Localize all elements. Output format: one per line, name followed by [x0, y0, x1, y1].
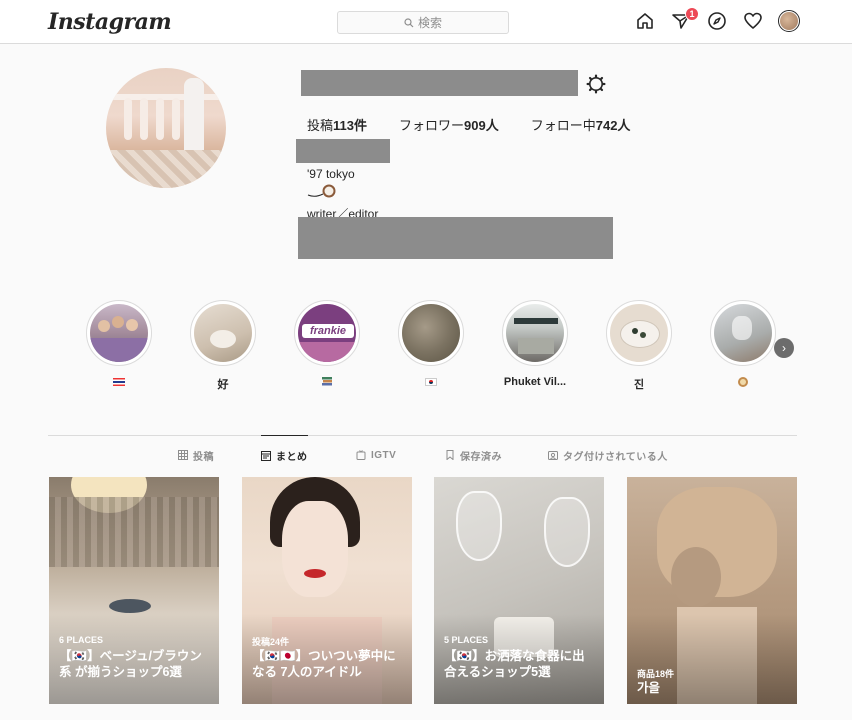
thailand-flag-icon	[113, 378, 125, 387]
highlight-label: Phuket Vil...	[503, 376, 567, 388]
highlight-label: 好	[217, 379, 229, 391]
heart-icon	[744, 12, 762, 29]
highlight-books[interactable]: frankie	[292, 300, 362, 390]
chevron-right-icon: ›	[782, 341, 786, 355]
guides-grid: 6 PLACES 【🇰🇷】ベージュ/ブラウン系 が揃うショップ6選 投稿24件 …	[49, 477, 797, 704]
books-icon	[322, 377, 332, 386]
coconut-icon	[307, 184, 336, 198]
posts-count: 投稿113件	[307, 118, 367, 133]
guide-meta: 商品18件	[637, 669, 675, 679]
explore-button[interactable]	[706, 10, 728, 32]
bio-link-redacted	[298, 217, 613, 259]
gear-icon[interactable]	[586, 74, 606, 94]
coconut-icon	[738, 377, 748, 387]
igtv-icon	[356, 450, 366, 460]
tab-tagged[interactable]: タグ付けされている人	[548, 435, 668, 475]
profile-picture[interactable]	[106, 68, 226, 188]
guide-title: 【🇰🇷】ベージュ/ブラウン系 が揃うショップ6選	[59, 649, 202, 679]
avatar	[780, 12, 798, 30]
highlight-favorite[interactable]: 好	[188, 300, 258, 391]
guide-meta: 投稿24件	[252, 637, 290, 647]
tab-posts[interactable]: 投稿	[178, 435, 214, 475]
tab-saved[interactable]: 保存済み	[445, 435, 502, 475]
instagram-logo[interactable]: Instagram	[48, 9, 172, 35]
bookmark-icon	[446, 450, 454, 460]
guide-meta: 6 PLACES	[59, 635, 104, 645]
grid-icon	[178, 450, 188, 460]
guide-icon	[261, 450, 271, 461]
search-icon	[404, 17, 414, 27]
username-redacted	[301, 70, 578, 96]
korea-flag-icon	[425, 378, 437, 387]
notification-badge: 1	[685, 7, 699, 21]
guide-card[interactable]: 商品18件 가을	[627, 477, 797, 704]
guide-title: 【🇰🇷】お洒落な食器に出合えるショップ5選	[444, 649, 585, 679]
highlight-coconut[interactable]	[708, 300, 778, 390]
followers-count[interactable]: フォロワー909人	[399, 115, 499, 134]
profile-avatar-button[interactable]	[778, 10, 800, 32]
guide-card[interactable]: 5 PLACES 【🇰🇷】お洒落な食器に出合えるショップ5選	[434, 477, 604, 704]
highlight-phuket[interactable]: Phuket Vil...	[500, 300, 570, 390]
tag-person-icon	[548, 451, 558, 460]
guide-card[interactable]: 投稿24件 【🇰🇷🇯🇵】ついつい夢中になる 7人のアイドル	[242, 477, 412, 704]
guide-card[interactable]: 6 PLACES 【🇰🇷】ベージュ/ブラウン系 が揃うショップ6選	[49, 477, 219, 704]
direct-messages-button[interactable]: 1	[670, 7, 699, 32]
compass-icon	[708, 12, 726, 30]
highlights-next-button[interactable]: ›	[774, 338, 794, 358]
tab-guides[interactable]: まとめ	[261, 435, 308, 475]
highlight-jin[interactable]: 진	[604, 300, 674, 391]
home-button[interactable]	[634, 10, 656, 32]
story-highlights: 好 frankie Phuket Vil... 진 ›	[84, 300, 804, 400]
top-nav-bar: Instagram 検索 1	[0, 0, 852, 44]
home-icon	[637, 13, 653, 29]
search-placeholder: 検索	[417, 16, 442, 30]
bio-line-location: '97 tokyo	[307, 167, 355, 181]
highlight-label: 진	[633, 379, 645, 391]
guide-title: 가을	[637, 681, 661, 695]
search-input[interactable]: 検索	[337, 11, 509, 34]
profile-stats: 投稿113件 フォロワー909人 フォロー中742人	[307, 115, 662, 134]
highlight-korea[interactable]	[396, 300, 466, 390]
guide-meta: 5 PLACES	[444, 635, 489, 645]
profile-tabs: 投稿 まとめ IGTV 保存済み タグ付けされている人	[48, 435, 797, 475]
guide-title: 【🇰🇷🇯🇵】ついつい夢中になる 7人のアイドル	[252, 649, 396, 679]
bio-emoji-coconut	[307, 183, 337, 202]
full-name-redacted	[296, 139, 390, 163]
activity-button[interactable]	[742, 10, 764, 32]
highlight-thailand[interactable]	[84, 300, 154, 390]
following-count[interactable]: フォロー中742人	[531, 115, 631, 134]
tab-igtv[interactable]: IGTV	[356, 435, 396, 475]
